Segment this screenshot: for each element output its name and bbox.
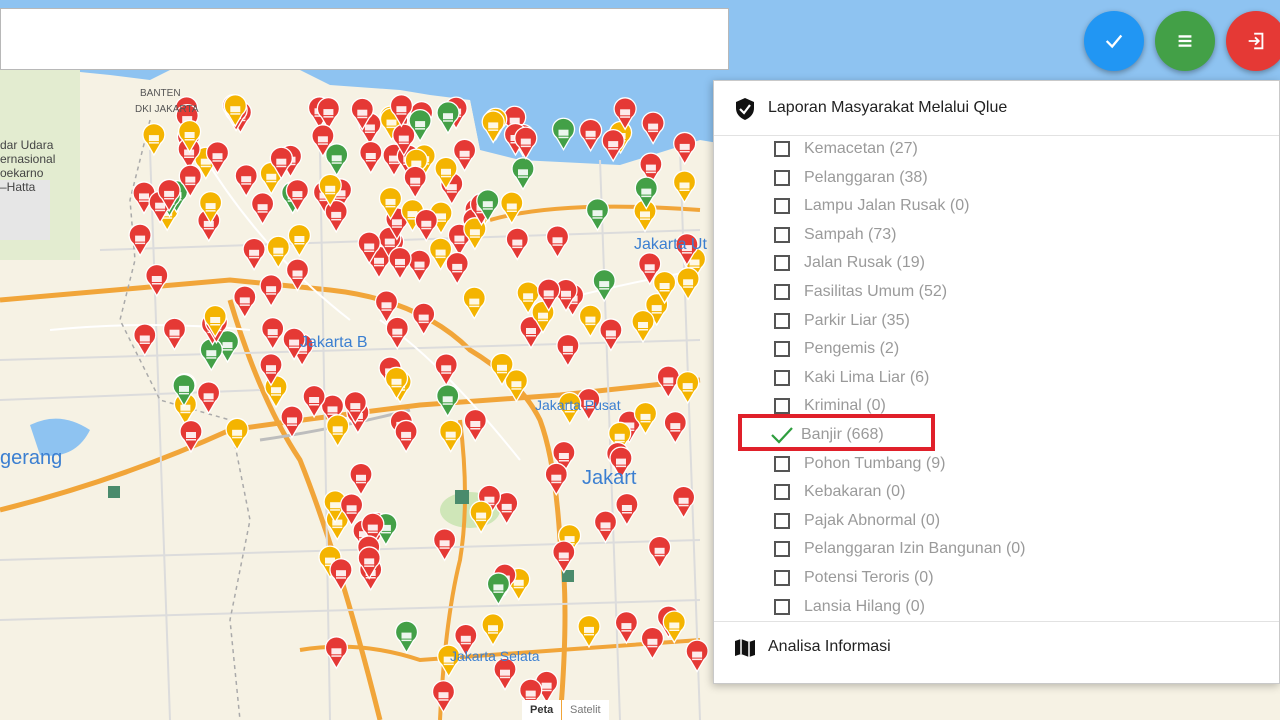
- category-label: Fasilitas Umum (52): [804, 283, 948, 300]
- category-item[interactable]: Pengemis (2): [774, 336, 899, 362]
- category-checkbox[interactable]: [774, 512, 790, 529]
- toll-icon: [108, 486, 120, 498]
- category-checkbox[interactable]: [774, 455, 790, 472]
- category-checkbox[interactable]: [774, 598, 790, 615]
- category-label: Parkir Liar (35): [804, 311, 910, 329]
- category-label: Jalan Rusak (19): [804, 254, 925, 272]
- category-checkbox[interactable]: [774, 284, 790, 300]
- category-item[interactable]: Sampah (73): [774, 222, 897, 248]
- category-item[interactable]: Fasilitas Umum (52): [774, 279, 947, 305]
- category-label: Lampu Jalan Rusak (0): [804, 197, 970, 215]
- report-layer-panel: Laporan Masyarakat Melalui Qlue Kemaceta…: [713, 80, 1280, 684]
- analysis-section[interactable]: Analisa Informasi: [714, 621, 1279, 686]
- check-icon: [1105, 34, 1123, 49]
- map-type-peta-button[interactable]: Peta: [522, 700, 562, 720]
- category-label: Sampah (73): [804, 225, 897, 243]
- category-label: Pelanggaran Izin Bangunan (0): [804, 540, 1026, 558]
- category-label: Lansia Hilang (0): [804, 597, 925, 615]
- toll-icon: [455, 490, 469, 504]
- category-item[interactable]: Kaki Lima Liar (6): [774, 365, 929, 391]
- map-type-satelit-button[interactable]: Satelit: [562, 700, 609, 720]
- category-label: Kebakaran (0): [804, 483, 906, 501]
- panel-header[interactable]: Laporan Masyarakat Melalui Qlue: [714, 81, 1279, 136]
- category-checkbox[interactable]: [774, 570, 790, 586]
- search-input[interactable]: [0, 8, 729, 70]
- category-item[interactable]: Parkir Liar (35): [774, 308, 910, 334]
- category-label: Pajak Abnormal (0): [804, 511, 941, 529]
- category-item[interactable]: Pajak Abnormal (0): [774, 508, 940, 534]
- category-label: Kaki Lima Liar (6): [804, 368, 930, 386]
- category-label: Pengemis (2): [804, 340, 900, 358]
- check-button[interactable]: [1084, 11, 1144, 71]
- category-item[interactable]: Potensi Teroris (0): [774, 565, 934, 591]
- category-item[interactable]: Kriminal (0): [774, 393, 886, 419]
- category-item[interactable]: Kebakaran (0): [774, 479, 905, 505]
- category-item[interactable]: Banjir (668): [771, 422, 884, 448]
- category-checkbox[interactable]: [774, 255, 790, 272]
- category-item[interactable]: Pohon Tumbang (9): [774, 451, 945, 477]
- category-label: Potensi Teroris (0): [804, 569, 934, 586]
- category-label: Pohon Tumbang (9): [804, 454, 946, 472]
- category-checkbox[interactable]: [774, 398, 790, 415]
- category-checkbox[interactable]: [774, 369, 790, 386]
- category-item[interactable]: Lansia Hilang (0): [774, 594, 925, 620]
- category-item[interactable]: Pelanggaran (38): [774, 165, 928, 191]
- category-checkbox[interactable]: [774, 198, 790, 215]
- category-item[interactable]: Lampu Jalan Rusak (0): [774, 193, 969, 219]
- category-checkbox[interactable]: [774, 541, 790, 558]
- category-checkbox[interactable]: [774, 141, 790, 157]
- category-checkbox[interactable]: [774, 341, 790, 358]
- airport-runway: [0, 180, 50, 240]
- category-label: Banjir (668): [801, 426, 884, 443]
- menu-icon: [1178, 35, 1192, 47]
- category-checkbox[interactable]: [774, 226, 790, 243]
- category-item[interactable]: Pelanggaran Izin Bangunan (0): [774, 536, 1026, 562]
- logout-icon: [1248, 32, 1264, 50]
- category-checkbox[interactable]: [774, 169, 790, 186]
- shield-icon: [736, 98, 754, 120]
- map-icon: [735, 639, 755, 657]
- category-checkbox[interactable]: [774, 312, 790, 329]
- category-checkbox[interactable]: [774, 484, 790, 501]
- analysis-title: Analisa Informasi: [768, 638, 891, 655]
- category-label: Kriminal (0): [804, 397, 886, 415]
- logout-button[interactable]: [1226, 11, 1280, 71]
- category-item[interactable]: Kemacetan (27): [774, 136, 918, 162]
- panel-title: Laporan Masyarakat Melalui Qlue: [768, 99, 1008, 116]
- category-item[interactable]: Jalan Rusak (19): [774, 250, 925, 276]
- category-label: Pelanggaran (38): [804, 168, 928, 186]
- menu-button[interactable]: [1155, 11, 1215, 71]
- checkmark-icon[interactable]: [771, 426, 793, 444]
- category-label: Kemacetan (27): [804, 140, 918, 157]
